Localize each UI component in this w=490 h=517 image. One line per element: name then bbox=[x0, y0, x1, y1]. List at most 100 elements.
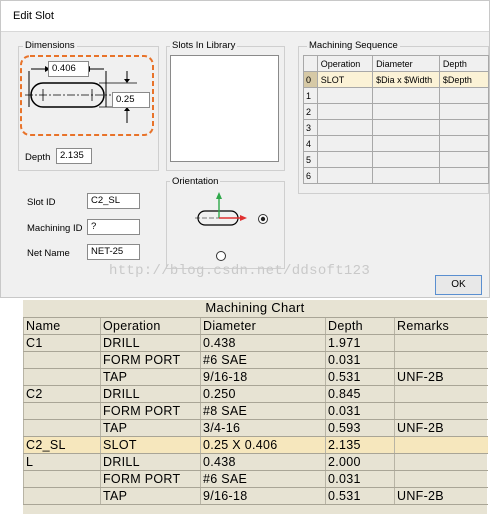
table-row[interactable]: 4 bbox=[303, 135, 490, 152]
column-header[interactable]: Depth bbox=[438, 55, 490, 72]
table-cell: TAP bbox=[100, 487, 201, 505]
table-cell: SLOT bbox=[100, 436, 201, 454]
table-cell: DRILL bbox=[100, 334, 201, 352]
column-header: Depth bbox=[325, 317, 395, 335]
table-cell[interactable] bbox=[316, 151, 374, 168]
table-cell: #6 SAE bbox=[200, 351, 326, 369]
slots-library-label: Slots In Library bbox=[170, 40, 238, 51]
machining-id-input[interactable]: ? bbox=[87, 219, 140, 235]
table-cell[interactable] bbox=[316, 103, 374, 120]
table-cell: C2 bbox=[23, 385, 101, 403]
machining-id-label: Machining ID bbox=[27, 223, 83, 234]
table-cell bbox=[394, 453, 488, 471]
table-row: FORM PORT #8 SAE 0.031 bbox=[23, 402, 488, 420]
row-number: 5 bbox=[303, 151, 318, 168]
table-cell: 0.593 bbox=[325, 419, 395, 437]
width-input[interactable]: 0.25 bbox=[112, 92, 150, 108]
table-cell bbox=[23, 351, 101, 369]
table-cell[interactable] bbox=[372, 135, 440, 152]
table-cell[interactable] bbox=[372, 103, 440, 120]
table-cell: 9/16-18 bbox=[200, 368, 326, 386]
depth-input[interactable]: 2.135 bbox=[56, 148, 92, 164]
table-cell[interactable] bbox=[372, 167, 440, 184]
table-cell: FORM PORT bbox=[100, 351, 201, 369]
table-cell: 2.000 bbox=[325, 453, 395, 471]
table-cell[interactable]: $Dia x $Width bbox=[372, 71, 440, 88]
table-cell: 2.135 bbox=[325, 436, 395, 454]
column-header: Name bbox=[23, 317, 101, 335]
table-row: FORM PORT #6 SAE 0.031 bbox=[23, 351, 488, 369]
table-cell: 0.531 bbox=[325, 368, 395, 386]
table-row[interactable]: 2 bbox=[303, 103, 490, 120]
row-number: 0 bbox=[303, 71, 318, 88]
table-cell[interactable] bbox=[316, 167, 374, 184]
row-number-header bbox=[303, 55, 318, 72]
table-row: FORM PORT #6 SAE 0.031 bbox=[23, 470, 488, 488]
window-title: Edit Slot bbox=[13, 10, 54, 22]
table-cell[interactable] bbox=[372, 119, 440, 136]
table-row[interactable]: 6 bbox=[303, 167, 490, 184]
table-cell: TAP bbox=[100, 419, 201, 437]
table-cell bbox=[394, 436, 488, 454]
row-number: 6 bbox=[303, 167, 318, 184]
table-cell[interactable] bbox=[438, 151, 490, 168]
table-cell[interactable] bbox=[316, 119, 374, 136]
table-row: TAP 9/16-18 0.531 UNF-2B bbox=[23, 487, 488, 505]
length-input[interactable]: 0.406 bbox=[48, 61, 89, 77]
column-header: Diameter bbox=[200, 317, 326, 335]
slot-id-input[interactable]: C2_SL bbox=[87, 193, 140, 209]
table-cell[interactable]: SLOT bbox=[316, 71, 374, 88]
slot-id-label: Slot ID bbox=[27, 197, 56, 208]
column-header[interactable]: Diameter bbox=[372, 55, 440, 72]
table-cell: 9/16-18 bbox=[200, 487, 326, 505]
table-cell: 0.438 bbox=[200, 453, 326, 471]
table-cell bbox=[394, 470, 488, 488]
table-cell[interactable] bbox=[372, 151, 440, 168]
table-cell[interactable] bbox=[438, 103, 490, 120]
table-cell bbox=[23, 487, 101, 505]
row-number: 4 bbox=[303, 135, 318, 152]
table-cell[interactable] bbox=[438, 87, 490, 104]
table-row[interactable]: 3 bbox=[303, 119, 490, 136]
table-cell[interactable] bbox=[316, 87, 374, 104]
column-header[interactable]: Operation bbox=[316, 55, 374, 72]
slots-library-list[interactable] bbox=[170, 55, 279, 162]
table-row[interactable]: 5 bbox=[303, 151, 490, 168]
table-cell bbox=[394, 402, 488, 420]
machining-sequence-table: Operation Diameter Depth 0 SLOT $Dia x $Wi… bbox=[303, 55, 490, 184]
table-row: C1 DRILL 0.438 1.971 bbox=[23, 334, 488, 352]
orientation-label: Orientation bbox=[170, 176, 221, 187]
table-row[interactable]: 0 SLOT $Dia x $Width $Depth bbox=[303, 71, 490, 88]
table-row: TAP 3/4-16 0.593 UNF-2B bbox=[23, 419, 488, 437]
chart-title: Machining Chart bbox=[205, 300, 305, 315]
table-cell[interactable] bbox=[438, 119, 490, 136]
table-cell: 0.531 bbox=[325, 487, 395, 505]
edit-slot-dialog: Edit Slot Dimensions 0.406 0.25 Depth 2.… bbox=[0, 0, 490, 298]
net-name-input[interactable]: NET-25 bbox=[87, 244, 140, 260]
table-row: C2 DRILL 0.250 0.845 bbox=[23, 385, 488, 403]
table-cell: FORM PORT bbox=[100, 402, 201, 420]
table-cell: 1.971 bbox=[325, 334, 395, 352]
title-bar: Edit Slot bbox=[1, 1, 489, 32]
table-cell[interactable] bbox=[316, 135, 374, 152]
table-cell bbox=[23, 419, 101, 437]
radio-vertical bbox=[216, 251, 226, 261]
machining-chart: Machining Chart Name Operation Diameter … bbox=[23, 300, 488, 514]
table-row: TAP 9/16-18 0.531 UNF-2B bbox=[23, 368, 488, 386]
table-cell: TAP bbox=[100, 368, 201, 386]
table-cell[interactable] bbox=[438, 167, 490, 184]
watermark: http://blog.csdn.net/ddsoft123 bbox=[109, 263, 371, 279]
table-cell[interactable]: $Depth bbox=[438, 71, 490, 88]
table-row[interactable]: 1 bbox=[303, 87, 490, 104]
table-cell bbox=[23, 368, 101, 386]
row-number: 1 bbox=[303, 87, 318, 104]
table-cell: C1 bbox=[23, 334, 101, 352]
table-cell[interactable] bbox=[438, 135, 490, 152]
table-cell: #8 SAE bbox=[200, 402, 326, 420]
ok-button[interactable]: OK bbox=[435, 275, 482, 295]
table-cell: #6 SAE bbox=[200, 470, 326, 488]
table-cell: 0.438 bbox=[200, 334, 326, 352]
table-cell: 0.031 bbox=[325, 402, 395, 420]
table-cell[interactable] bbox=[372, 87, 440, 104]
table-cell: 0.25 X 0.406 bbox=[200, 436, 326, 454]
